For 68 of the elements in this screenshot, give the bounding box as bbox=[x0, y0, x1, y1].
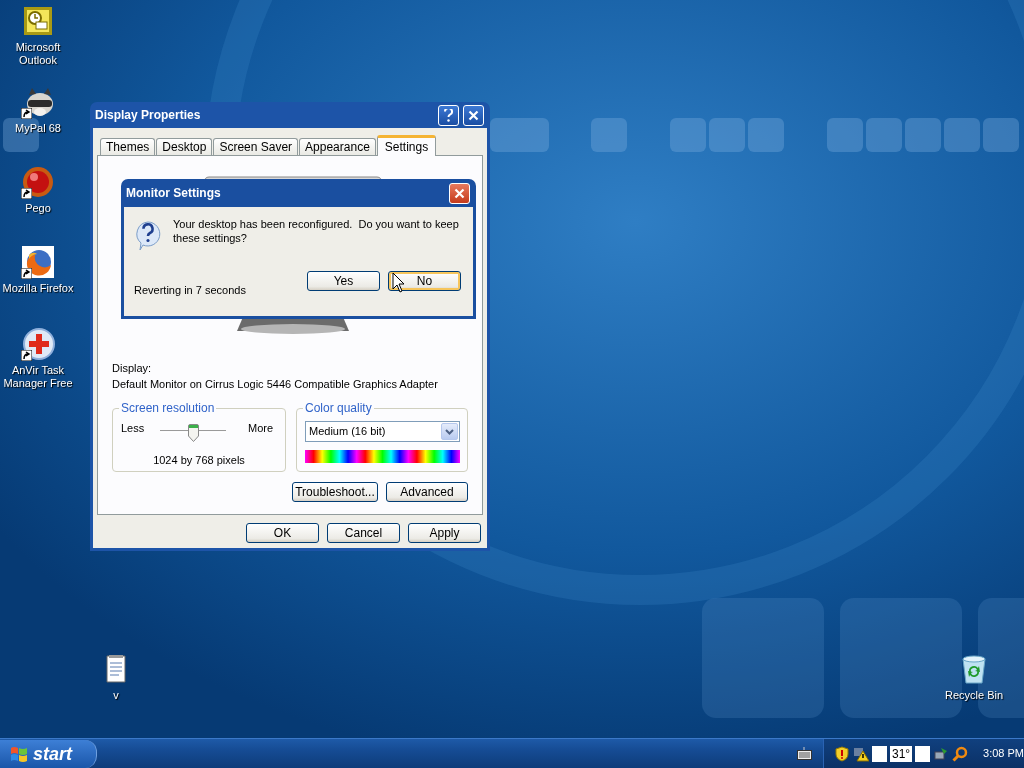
group-label: Screen resolution bbox=[119, 401, 217, 415]
dialog-button[interactable]: Cancel bbox=[327, 523, 400, 543]
dialog-button[interactable]: Troubleshoot... bbox=[292, 482, 378, 502]
cursor-icon bbox=[392, 272, 405, 293]
icon-label[interactable]: AnVir Task Manager Free bbox=[0, 364, 80, 390]
tab[interactable]: Desktop bbox=[156, 138, 213, 156]
envelope-clock-icon[interactable] bbox=[21, 4, 55, 38]
shortcut-arrow-icon bbox=[21, 188, 32, 199]
dialog-button[interactable]: Apply bbox=[408, 523, 481, 543]
tab[interactable]: Themes bbox=[100, 138, 156, 156]
wallpaper-tile bbox=[905, 118, 941, 152]
dialog-button[interactable]: No bbox=[388, 271, 461, 291]
group-label: Color quality bbox=[303, 401, 374, 415]
tray-icon[interactable] bbox=[915, 745, 931, 762]
icon-label[interactable]: Pego bbox=[25, 202, 51, 215]
ball-icon[interactable] bbox=[21, 165, 55, 199]
wallpaper-tile bbox=[591, 118, 627, 152]
tab[interactable]: Settings bbox=[376, 135, 437, 156]
wallpaper-tile bbox=[866, 118, 902, 152]
wallpaper-tile bbox=[670, 118, 706, 152]
less-label: Less bbox=[121, 421, 145, 436]
close-icon bbox=[453, 186, 466, 200]
icon-label[interactable]: Recycle Bin bbox=[944, 689, 1004, 702]
windows-logo-icon bbox=[10, 745, 28, 763]
dialog-button[interactable]: Advanced bbox=[386, 482, 468, 502]
close-icon bbox=[467, 108, 480, 122]
tab[interactable]: Screen Saver bbox=[213, 138, 299, 156]
icon-label[interactable]: Microsoft Outlook bbox=[0, 41, 80, 67]
shortcut-arrow-icon bbox=[21, 268, 32, 279]
medical-cross-icon[interactable] bbox=[21, 327, 55, 361]
wallpaper-tile bbox=[983, 118, 1019, 152]
countdown-text: Reverting in 7 seconds bbox=[134, 283, 246, 298]
wallpaper-tile bbox=[944, 118, 980, 152]
shield-icon[interactable] bbox=[834, 745, 850, 762]
display-value: Default Monitor on Cirrus Logic 5446 Compatible Graphics Adapter bbox=[112, 377, 438, 392]
temperature-label[interactable]: 31° bbox=[889, 745, 913, 762]
more-label: More bbox=[248, 421, 274, 436]
clock: 3:08 PM bbox=[983, 746, 1024, 762]
slider-thumb[interactable] bbox=[188, 424, 199, 442]
color-quality-dropdown[interactable]: Medium (16 bit) bbox=[305, 421, 460, 442]
wallpaper-tile bbox=[490, 118, 549, 152]
wallpaper-tile bbox=[748, 118, 784, 152]
display-label: Display: bbox=[112, 361, 153, 376]
dialog-message: Your desktop has been reconfigured. Do you want to keep these settings? bbox=[173, 217, 460, 245]
warning-icon[interactable] bbox=[853, 745, 869, 762]
icon-label[interactable]: v bbox=[113, 689, 119, 702]
dialog-button[interactable]: OK bbox=[246, 523, 319, 543]
icon-label[interactable]: MyPal 68 bbox=[15, 122, 61, 135]
wallpaper-tile bbox=[827, 118, 863, 152]
tray-icon[interactable] bbox=[871, 745, 887, 762]
help-button[interactable] bbox=[438, 104, 459, 126]
close-button[interactable] bbox=[463, 104, 484, 126]
shortcut-arrow-icon bbox=[21, 108, 32, 119]
resolution-reading: 1024 by 768 pixels bbox=[152, 453, 246, 468]
dialog-title: Monitor Settings bbox=[126, 185, 221, 202]
globe-icon[interactable] bbox=[21, 245, 55, 279]
icon-label[interactable]: Mozilla Firefox bbox=[2, 282, 74, 295]
close-button[interactable] bbox=[449, 182, 470, 204]
tab[interactable]: Appearance bbox=[299, 138, 376, 156]
help-icon bbox=[442, 108, 455, 122]
start-button[interactable]: start bbox=[0, 740, 97, 768]
dialog-button[interactable]: Yes bbox=[307, 271, 380, 291]
search-icon[interactable] bbox=[952, 745, 969, 762]
question-icon bbox=[134, 220, 162, 252]
window-title: Display Properties bbox=[95, 107, 201, 124]
wallpaper-tile bbox=[709, 118, 745, 152]
keyboard-icon[interactable] bbox=[797, 746, 812, 760]
shortcut-arrow-icon bbox=[21, 350, 32, 361]
